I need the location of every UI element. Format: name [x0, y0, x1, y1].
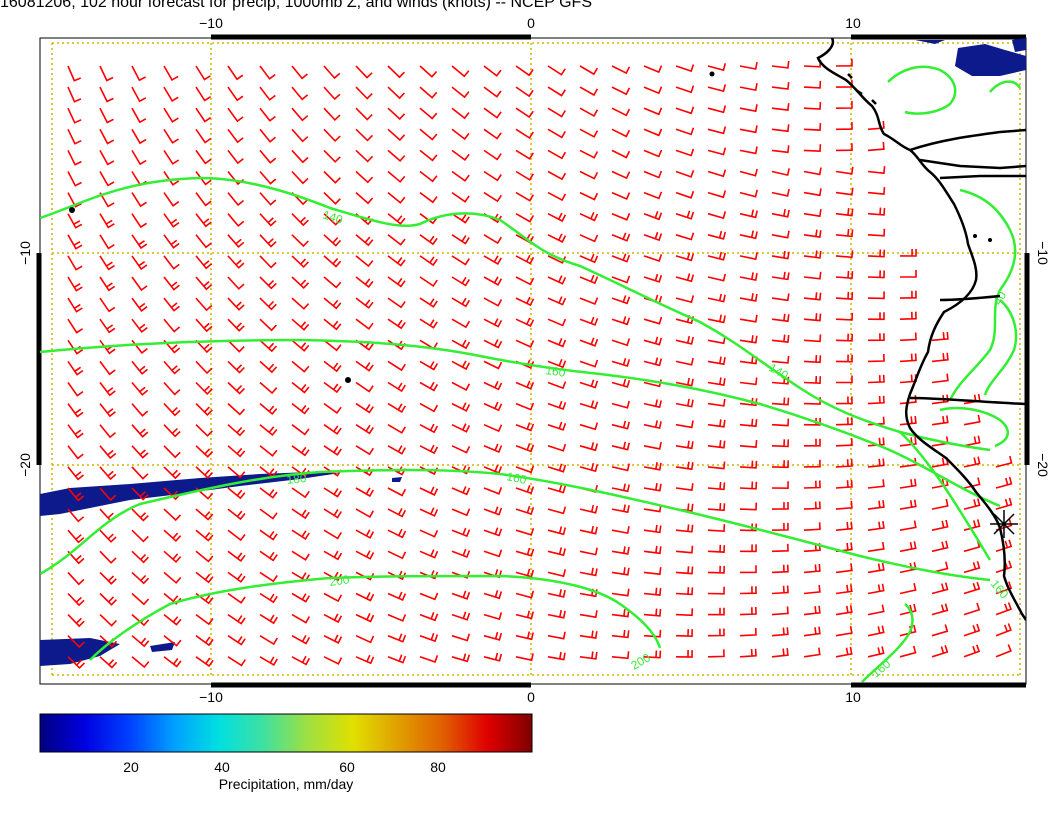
bottom-tick-label: 0 — [527, 689, 535, 705]
colorbar: 20 40 60 80 Precipitation, mm/day — [39, 713, 533, 792]
colorbar-label: Precipitation, mm/day — [219, 776, 354, 792]
left-tick-label: −20 — [17, 453, 33, 477]
top-tick-label: 0 — [527, 15, 535, 31]
top-tick-label: −10 — [199, 15, 223, 31]
location-marker-icon — [990, 510, 1018, 538]
colorbar-tick-label: 20 — [123, 759, 139, 775]
top-tick-label: 10 — [845, 15, 861, 31]
right-tick-label: −20 — [1035, 453, 1051, 477]
contour-label: 200 — [328, 572, 350, 589]
right-tick-label: −10 — [1035, 241, 1051, 265]
contour-label: 180 — [286, 471, 308, 487]
forecast-map: 140 140 160 160 180 200 200 160 160 40 −… — [17, 15, 1051, 792]
colorbar-tick-label: 60 — [339, 759, 355, 775]
colorbar-gradient — [39, 713, 533, 753]
colorbar-tick-label: 40 — [214, 759, 230, 775]
left-tick-label: −10 — [17, 241, 33, 265]
colorbar-tick-label: 80 — [430, 759, 446, 775]
bottom-tick-label: −10 — [199, 689, 223, 705]
contour-label: 160 — [545, 363, 567, 380]
bottom-tick-label: 10 — [845, 689, 861, 705]
